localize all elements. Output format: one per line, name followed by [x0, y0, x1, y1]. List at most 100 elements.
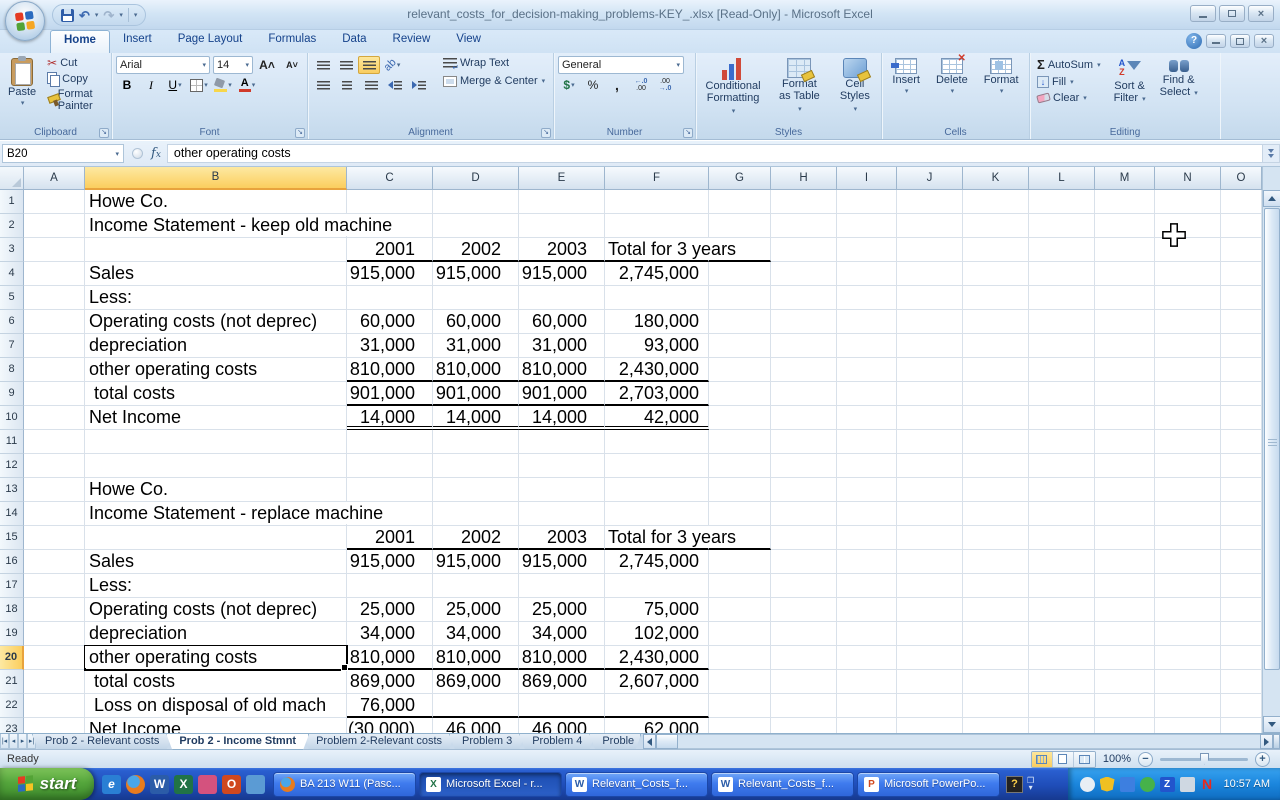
cell-I20[interactable] [837, 646, 897, 670]
insert-function-icon[interactable]: fx [151, 146, 161, 161]
cell-A11[interactable] [24, 430, 85, 454]
cell-K6[interactable] [963, 310, 1029, 334]
cell-I11[interactable] [837, 430, 897, 454]
cell-K7[interactable] [963, 334, 1029, 358]
cell-N14[interactable] [1155, 502, 1221, 526]
cell-B16[interactable]: Sales [85, 550, 347, 574]
cell-L10[interactable] [1029, 406, 1095, 430]
cell-G1[interactable] [709, 190, 771, 214]
borders-button[interactable]: ▾ [188, 76, 210, 94]
cell-C8[interactable]: 810,000 [347, 358, 433, 382]
taskbar-button-microsoft-excel-r[interactable]: XMicrosoft Excel - r... [419, 772, 562, 797]
cell-E20[interactable]: 810,000 [519, 646, 605, 670]
expand-formula-bar-icon[interactable] [1262, 144, 1280, 163]
cell-M9[interactable] [1095, 382, 1155, 406]
cell-H13[interactable] [771, 478, 837, 502]
cell-F13[interactable] [605, 478, 709, 502]
cell-B7[interactable]: depreciation [85, 334, 347, 358]
cell-B18[interactable]: Operating costs (not deprec) [85, 598, 347, 622]
cell-D2[interactable] [433, 214, 519, 238]
cell-H19[interactable] [771, 622, 837, 646]
taskbar-button-relevant-costs-f[interactable]: WRelevant_Costs_f... [565, 772, 708, 797]
cell-O12[interactable] [1221, 454, 1262, 478]
cell-I7[interactable] [837, 334, 897, 358]
start-button[interactable]: start [0, 768, 94, 800]
horizontal-scrollbar-thumb[interactable] [656, 734, 678, 749]
column-header-m[interactable]: M [1095, 167, 1155, 190]
align-right-button[interactable] [360, 76, 382, 94]
cell-B10[interactable]: Net Income [85, 406, 347, 430]
clipboard-dialog-launcher[interactable]: ↘ [99, 128, 109, 138]
orientation-button[interactable]: ab▾ [381, 56, 403, 74]
grow-font-button[interactable]: A˄ [256, 56, 278, 74]
cell-D7[interactable]: 31,000 [433, 334, 519, 358]
cell-N9[interactable] [1155, 382, 1221, 406]
sheet-tab-problem-3[interactable]: Problem 3 [449, 734, 525, 750]
cell-A6[interactable] [24, 310, 85, 334]
cell-M21[interactable] [1095, 670, 1155, 694]
cell-L7[interactable] [1029, 334, 1095, 358]
sheet-tab-prob-2-relevant-costs[interactable]: Prob 2 - Relevant costs [32, 734, 172, 750]
cell-C16[interactable]: 915,000 [347, 550, 433, 574]
cell-G6[interactable] [709, 310, 771, 334]
column-header-o[interactable]: O [1221, 167, 1262, 190]
cell-O14[interactable] [1221, 502, 1262, 526]
cell-I22[interactable] [837, 694, 897, 718]
cell-I19[interactable] [837, 622, 897, 646]
cell-F22[interactable] [605, 694, 709, 718]
cell-N19[interactable] [1155, 622, 1221, 646]
cell-H11[interactable] [771, 430, 837, 454]
row-header-23[interactable]: 23 [0, 718, 24, 733]
column-header-b[interactable]: B [85, 167, 347, 190]
ribbon-tab-page-layout[interactable]: Page Layout [165, 30, 256, 53]
cell-O23[interactable] [1221, 718, 1262, 733]
cell-J11[interactable] [897, 430, 963, 454]
ribbon-tab-data[interactable]: Data [329, 30, 379, 53]
cell-I1[interactable] [837, 190, 897, 214]
cell-J21[interactable] [897, 670, 963, 694]
cell-E19[interactable]: 34,000 [519, 622, 605, 646]
decrease-decimal-button[interactable]: .00→.0 [654, 76, 676, 94]
quick-launch-ie-icon[interactable]: e [102, 775, 121, 794]
cell-G18[interactable] [709, 598, 771, 622]
column-header-h[interactable]: H [771, 167, 837, 190]
cell-M3[interactable] [1095, 238, 1155, 262]
row-header-14[interactable]: 14 [0, 502, 24, 526]
font-color-button[interactable]: A▾ [236, 76, 258, 94]
cell-I14[interactable] [837, 502, 897, 526]
cell-C11[interactable] [347, 430, 433, 454]
cell-O10[interactable] [1221, 406, 1262, 430]
cell-N1[interactable] [1155, 190, 1221, 214]
tray-volume-icon[interactable] [1180, 777, 1195, 792]
cell-A1[interactable] [24, 190, 85, 214]
cell-H5[interactable] [771, 286, 837, 310]
ribbon-tab-home[interactable]: Home [50, 30, 110, 53]
cell-E5[interactable] [519, 286, 605, 310]
cell-C22[interactable]: 76,000 [347, 694, 433, 718]
italic-button[interactable]: I [140, 76, 162, 94]
cell-A8[interactable] [24, 358, 85, 382]
fill-color-button[interactable]: ▾ [212, 76, 234, 94]
cell-G12[interactable] [709, 454, 771, 478]
cell-O3[interactable] [1221, 238, 1262, 262]
cell-E17[interactable] [519, 574, 605, 598]
cell-F17[interactable] [605, 574, 709, 598]
cell-J13[interactable] [897, 478, 963, 502]
cell-E1[interactable] [519, 190, 605, 214]
number-dialog-launcher[interactable]: ↘ [683, 128, 693, 138]
cell-H16[interactable] [771, 550, 837, 574]
cell-B3[interactable] [85, 238, 347, 262]
cell-G11[interactable] [709, 430, 771, 454]
cell-D13[interactable] [433, 478, 519, 502]
cell-J7[interactable] [897, 334, 963, 358]
cell-D14[interactable] [433, 502, 519, 526]
shrink-font-button[interactable]: A˅ [281, 56, 303, 74]
cell-K1[interactable] [963, 190, 1029, 214]
cell-G17[interactable] [709, 574, 771, 598]
cell-D5[interactable] [433, 286, 519, 310]
cell-L8[interactable] [1029, 358, 1095, 382]
cell-B8[interactable]: other operating costs [85, 358, 347, 382]
cell-C4[interactable]: 915,000 [347, 262, 433, 286]
cell-H18[interactable] [771, 598, 837, 622]
cell-L19[interactable] [1029, 622, 1095, 646]
